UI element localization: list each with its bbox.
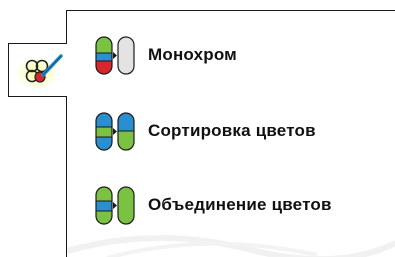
menu-item-color-merge[interactable]: Объединение цветов [87, 183, 387, 227]
monochrome-icon [87, 33, 143, 77]
color-options-button[interactable] [8, 43, 67, 97]
menu-item-label: Объединение цветов [148, 195, 332, 214]
menu-item-monochrome[interactable]: Монохром [87, 33, 387, 77]
menu-item-color-sort[interactable]: Сортировка цветов [87, 109, 387, 153]
menu-panel: Монохром Сортировка цветов Объединение ц… [66, 10, 395, 257]
menu-item-label: Сортировка цветов [148, 121, 316, 140]
menu-item-label: Монохром [148, 45, 237, 64]
color-sort-icon [87, 109, 143, 153]
color-merge-icon [87, 183, 143, 227]
color-options-popup: Монохром Сортировка цветов Объединение ц… [0, 0, 395, 257]
